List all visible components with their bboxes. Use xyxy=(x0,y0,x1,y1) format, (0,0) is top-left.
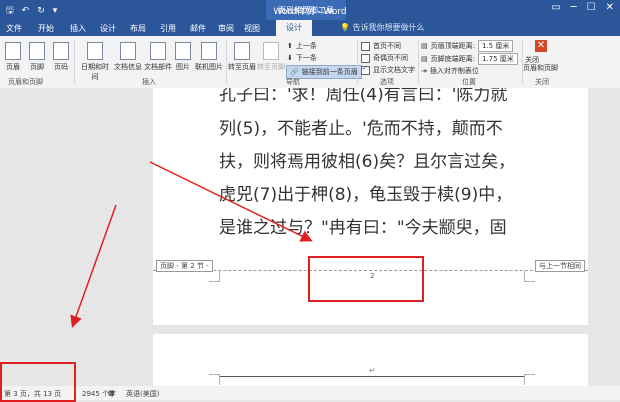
proofing-icon[interactable]: ▦ xyxy=(108,389,115,397)
status-language[interactable]: 英语(美国) xyxy=(126,389,159,399)
arrow-to-page-number xyxy=(149,161,313,242)
status-bar: 第 3 页，共 13 页 2945 个字 ▦ 英语(美国) xyxy=(0,386,620,400)
arrow-to-status xyxy=(70,204,117,328)
highlight-box-status xyxy=(0,362,76,402)
annotation-arrows xyxy=(70,161,313,328)
